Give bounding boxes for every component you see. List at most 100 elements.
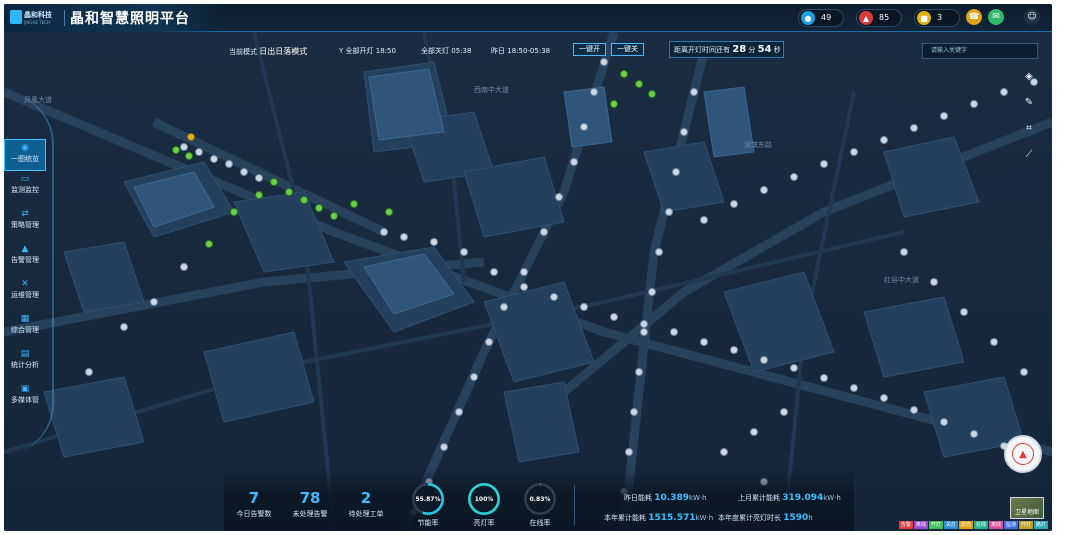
- last-month-energy-value: 319.094: [782, 493, 824, 503]
- workorder-count: 3: [937, 13, 943, 22]
- all-off-label: 全部关灯: [421, 47, 449, 55]
- crop-icon[interactable]: ⌗: [1022, 122, 1036, 136]
- all-on-time: Y 全部开灯 18:50: [339, 46, 396, 56]
- sidebar-item-label: 多媒体管: [11, 396, 39, 404]
- gauge-value: 0.83: [529, 495, 545, 503]
- unprocessed-alarms-value: 78: [299, 489, 321, 507]
- year-energy: 本年累计能耗 1515.571kW·h: [604, 513, 713, 523]
- sidebar-item-label: 告警管理: [11, 256, 39, 264]
- legend-item: 在线: [973, 521, 988, 529]
- search-input[interactable]: 请输入关键字: [922, 43, 1038, 59]
- legend-item: 关灯: [943, 521, 958, 529]
- countdown-minutes-unit: 分: [748, 46, 756, 54]
- legend-item: 调光: [958, 521, 973, 529]
- sidebar-item-label: 监测监控: [11, 186, 39, 194]
- compass-icon: ▲: [1012, 443, 1034, 465]
- alarm-count: 85: [879, 13, 890, 22]
- current-mode-label: 当前模式: [229, 48, 257, 56]
- yesterday-energy: 昨日能耗 10.389kW·h: [624, 493, 707, 503]
- monitor-icon: ▭: [20, 174, 30, 184]
- light-on-countdown: 距离开灯时间还有 28 分 54 秒: [669, 41, 784, 58]
- year-energy-value: 1515.571: [648, 513, 696, 523]
- message-button[interactable]: ✉: [988, 9, 1004, 25]
- sidebar-item-media[interactable]: ▣ 多媒体管: [4, 384, 46, 416]
- yesterday-energy-value: 10.389: [654, 493, 689, 503]
- svg-text:凤凰大道: 凤凰大道: [24, 95, 52, 104]
- layers-icon[interactable]: ◈: [1022, 70, 1036, 84]
- yesterday-range: 昨日 18:50-05:38: [491, 46, 550, 56]
- last-month-energy: 上月累计能耗 319.094kW·h: [738, 493, 841, 503]
- wrench-icon: ✕: [21, 279, 29, 289]
- chart-icon: ▤: [20, 349, 30, 359]
- last-month-energy-unit: kW·h: [823, 494, 841, 502]
- all-off-value: 05:38: [451, 47, 472, 55]
- location-count: 49: [821, 13, 832, 22]
- sidebar-item-alarm[interactable]: ▲ 告警管理: [4, 244, 46, 276]
- bottom-stats-panel: 7 今日告警数 78 未处理告警 2 待处理工单 55.87% 节能率 100%…: [224, 469, 854, 531]
- location-count-pill[interactable]: ● 49: [798, 9, 844, 27]
- legend-item: 告警: [898, 521, 913, 529]
- sidebar-item-maintenance[interactable]: ✕ 运维管理: [4, 279, 46, 311]
- online-rate-gauge: 0.83% 在线率: [516, 483, 564, 528]
- svg-text:湖滨东路: 湖滨东路: [744, 140, 772, 149]
- location-pin-icon: ●: [801, 11, 815, 25]
- compass-control[interactable]: ▲: [1004, 435, 1042, 473]
- pending-orders-stat: 2 待处理工单: [336, 489, 396, 519]
- map-canvas[interactable]: 凤凰大道 西南中大道 湖滨东路 红谷中大道: [4, 32, 1052, 531]
- lamp-icon: Y: [339, 47, 344, 55]
- year-hours-value: 1590: [783, 513, 809, 523]
- sidebar-item-monitoring[interactable]: ▭ 监测监控: [4, 174, 46, 206]
- logo-text: 晶和科技: [24, 11, 52, 19]
- user-avatar-button[interactable]: ☺: [1024, 9, 1040, 25]
- alarms-today-label: 今日告警数: [236, 510, 272, 518]
- gauge-label: 在线率: [529, 519, 551, 527]
- all-on-value: 18:50: [375, 47, 396, 55]
- company-logo-icon: [10, 10, 22, 24]
- energy-saving-gauge: 55.87% 节能率: [404, 483, 452, 528]
- ruler-icon[interactable]: ⟋: [1022, 148, 1036, 162]
- unprocessed-alarms-stat: 78 未处理告警: [280, 489, 340, 519]
- logo-subtext: JINGHE TECH: [24, 20, 51, 25]
- gauge-unit: %: [434, 495, 441, 503]
- legend-item: 监测: [1003, 521, 1018, 529]
- sidebar-item-overview[interactable]: ◉ 一图统览: [4, 139, 46, 171]
- satellite-map-toggle[interactable]: 卫星地图: [1010, 497, 1044, 519]
- sidebar-item-strategy[interactable]: ⇄ 策略管理: [4, 209, 46, 241]
- sidebar-item-general[interactable]: ▦ 综合管理: [4, 314, 46, 346]
- lighting-mode-toolbar: 当前模式 日出日落模式 Y 全部开灯 18:50 全部关灯 05:38 昨日 1…: [229, 40, 784, 62]
- sidebar-item-statistics[interactable]: ▤ 统计分析: [4, 349, 46, 381]
- workorder-count-pill[interactable]: ■ 3: [914, 9, 960, 27]
- current-mode-value: 日出日落模式: [259, 47, 308, 56]
- yesterday-energy-label: 昨日能耗: [624, 494, 652, 502]
- year-hours-label: 本年度累计亮灯时长: [718, 514, 781, 522]
- alarm-count-pill[interactable]: ▲ 85: [856, 9, 902, 27]
- user-avatar-icon: ☺: [1027, 12, 1037, 22]
- grid-icon: ▦: [20, 314, 30, 324]
- city-map[interactable]: 凤凰大道 西南中大道 湖滨东路 红谷中大道: [4, 32, 1052, 531]
- sidebar-item-label: 综合管理: [11, 326, 39, 334]
- gauge-unit: %: [487, 495, 494, 503]
- alarm-bell-icon: ▲: [21, 244, 29, 254]
- satellite-map-label: 卫星地图: [1014, 509, 1039, 516]
- gauge-ring: 100%: [468, 483, 500, 515]
- app-frame: 凤凰大道 西南中大道 湖滨东路 红谷中大道 晶和科技 JINGHE TECH 晶…: [4, 4, 1052, 531]
- panel-divider: [574, 485, 575, 525]
- legend-item: 离线: [988, 521, 1003, 529]
- alarms-today-value: 7: [248, 489, 260, 507]
- svg-text:西南中大道: 西南中大道: [474, 85, 509, 94]
- pencil-icon[interactable]: ✎: [1022, 96, 1036, 110]
- phone-button[interactable]: ☎: [966, 9, 982, 25]
- strategy-icon: ⇄: [21, 209, 29, 219]
- gauge-value: 100: [474, 495, 488, 503]
- one-key-on-button[interactable]: 一键开: [573, 43, 606, 56]
- map-tools: ◈ ✎ ⌗ ⟋: [1022, 70, 1038, 174]
- map-legend: 告警 离线 开灯 关灯 调光 在线 离线 监测 开灯 路灯: [898, 521, 1048, 529]
- one-key-off-button[interactable]: 一键关: [611, 43, 644, 56]
- countdown-minutes: 28: [732, 44, 747, 55]
- top-header: 晶和科技 JINGHE TECH 晶和智慧照明平台 ● 49 ▲ 85 ■ 3 …: [4, 4, 1052, 32]
- all-on-label: 全部开灯: [345, 47, 374, 55]
- status-pills: ● 49 ▲ 85 ■ 3: [798, 9, 960, 27]
- gauge-value: 55.87: [415, 495, 435, 503]
- globe-icon: ◉: [21, 143, 29, 153]
- brand-divider: [64, 10, 65, 26]
